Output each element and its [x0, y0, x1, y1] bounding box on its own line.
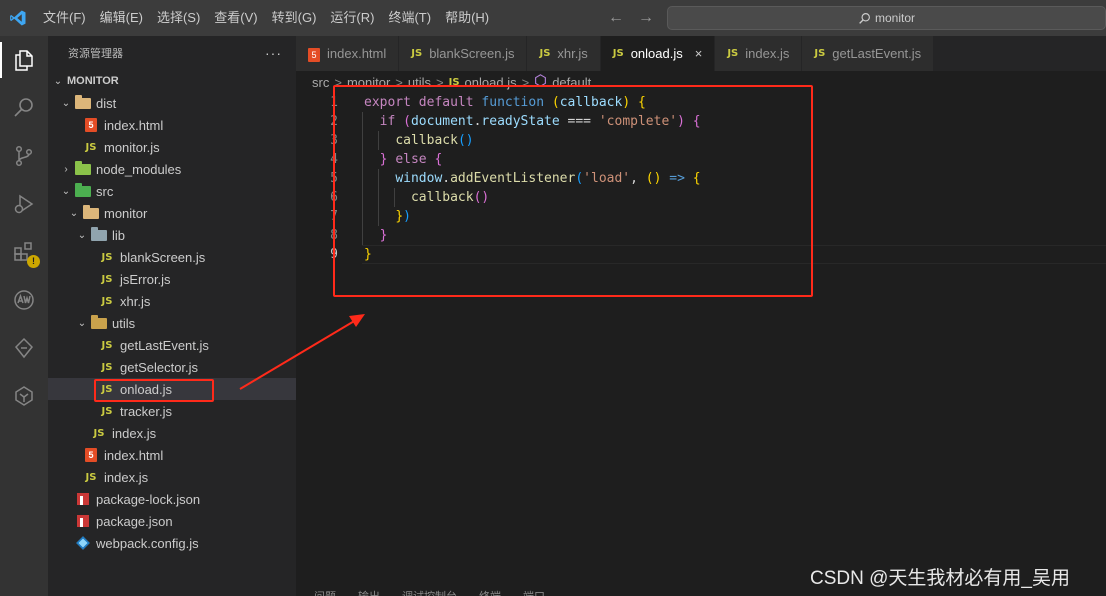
annotation-arrow-icon [239, 314, 365, 390]
watermark: CSDN @天生我材必有用_吴用 [810, 568, 1070, 589]
